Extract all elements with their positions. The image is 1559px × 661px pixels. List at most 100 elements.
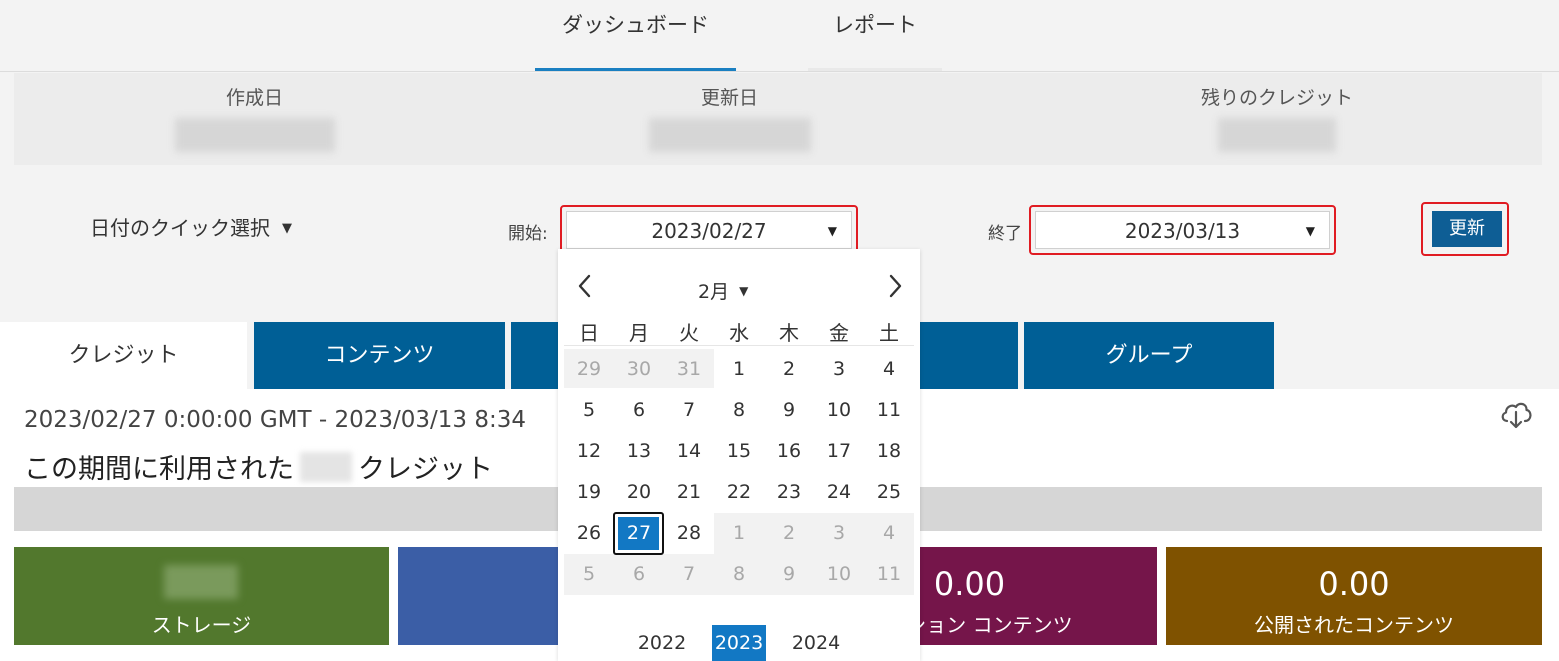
remaining-credits-redacted <box>1218 118 1336 152</box>
calendar-popup: 2月 ▼ 日 月 火 水 木 金 土 29 30 31 1 2 3 4 5 6 7 8 9 10 11 12 1… <box>558 249 920 661</box>
update-button-highlight: 更新 <box>1421 202 1509 256</box>
calendar-day[interactable]: 10 <box>814 554 864 595</box>
created-date-section: 作成日 <box>172 83 337 152</box>
start-date-value: 2023/02/27 <box>651 219 767 243</box>
calendar-day[interactable]: 7 <box>664 390 714 431</box>
calendar-day[interactable]: 7 <box>664 554 714 595</box>
calendar-day[interactable]: 9 <box>764 390 814 431</box>
weekday-label: 土 <box>879 321 899 345</box>
calendar-day[interactable]: 1 <box>714 513 764 554</box>
weekday-label: 月 <box>629 321 649 345</box>
calendar-day[interactable]: 17 <box>814 431 864 472</box>
calendar-day[interactable]: 14 <box>664 431 714 472</box>
year-option[interactable]: 2022 <box>635 625 689 661</box>
stat-card-published: 0.00 公開されたコンテンツ <box>1166 547 1542 645</box>
stat-card-label: 公開されたコンテンツ <box>1254 613 1454 637</box>
calendar-day[interactable]: 20 <box>614 472 664 513</box>
end-date-value: 2023/03/13 <box>1124 219 1241 243</box>
year-option-current[interactable]: 2023 <box>712 625 766 661</box>
date-range-text: 2023/02/27 0:00:00 GMT - 2023/03/13 8:34 <box>24 407 527 433</box>
updated-date-redacted <box>648 118 811 152</box>
month-label: 2月 <box>698 281 730 303</box>
calendar-day[interactable]: 31 <box>664 349 714 390</box>
year-option[interactable]: 2024 <box>789 625 843 661</box>
calendar-day[interactable]: 9 <box>764 554 814 595</box>
calendar-day[interactable]: 28 <box>664 513 714 554</box>
tab-credits[interactable]: クレジット <box>0 322 247 389</box>
calendar-day[interactable]: 13 <box>614 431 664 472</box>
stat-card-value: 0.00 <box>1318 565 1390 603</box>
calendar-day[interactable]: 23 <box>764 472 814 513</box>
remaining-credits-section: 残りのクレジット <box>1167 83 1387 152</box>
tab-dashboard[interactable]: ダッシュボード <box>535 0 736 71</box>
calendar-day[interactable]: 24 <box>814 472 864 513</box>
weekday-divider <box>564 345 914 346</box>
weekday-label: 水 <box>729 321 749 345</box>
end-date-picker[interactable]: 2023/03/13 ▼ <box>1035 211 1330 249</box>
calendar-day[interactable]: 29 <box>564 349 614 390</box>
remaining-credits-label: 残りのクレジット <box>1200 87 1353 109</box>
start-date-label: 開始: <box>508 224 548 244</box>
calendar-day[interactable]: 5 <box>564 390 614 431</box>
tab-groups[interactable]: グループ <box>1024 322 1274 389</box>
calendar-day-selected[interactable]: 27 <box>614 513 664 554</box>
calendar-day[interactable]: 2 <box>764 513 814 554</box>
calendar-day[interactable]: 18 <box>864 431 914 472</box>
end-date-label: 終了 <box>988 224 1022 244</box>
month-select[interactable]: 2月 ▼ <box>698 277 748 304</box>
calendar-day[interactable]: 3 <box>814 349 864 390</box>
stat-card-storage: ストレージ <box>14 547 389 645</box>
tab-contents[interactable]: コンテンツ <box>254 322 505 389</box>
calendar-day[interactable]: 21 <box>664 472 714 513</box>
chevron-left-icon[interactable] <box>570 271 600 301</box>
quick-date-select[interactable]: 日付のクイック選択 ▼ <box>90 212 292 241</box>
calendar-day[interactable]: 25 <box>864 472 914 513</box>
weekday-label: 日 <box>579 321 599 345</box>
top-nav: ダッシュボード レポート <box>0 0 1559 72</box>
calendar-day[interactable]: 26 <box>564 513 614 554</box>
calendar-day[interactable]: 8 <box>714 554 764 595</box>
created-date-redacted <box>174 118 335 152</box>
calendar-day[interactable]: 6 <box>614 554 664 595</box>
calendar-day[interactable]: 5 <box>564 554 614 595</box>
caret-down-icon: ▼ <box>282 221 292 236</box>
weekday-label: 火 <box>679 321 699 345</box>
chevron-right-icon[interactable] <box>880 271 910 301</box>
calendar-day[interactable]: 4 <box>864 349 914 390</box>
info-panel: 作成日 更新日 残りのクレジット <box>14 73 1542 165</box>
calendar-day[interactable]: 11 <box>864 554 914 595</box>
calendar-day[interactable]: 10 <box>814 390 864 431</box>
end-date-highlight: 2023/03/13 ▼ <box>1029 205 1336 255</box>
caret-down-icon: ▼ <box>1305 224 1315 238</box>
calendar-day[interactable]: 6 <box>614 390 664 431</box>
stat-card-label: ストレージ <box>151 613 252 637</box>
weekday-label: 金 <box>829 321 849 345</box>
calendar-day[interactable]: 1 <box>714 349 764 390</box>
calendar-day[interactable]: 12 <box>564 431 614 472</box>
calendar-day[interactable]: 2 <box>764 349 814 390</box>
caret-down-icon: ▼ <box>739 284 749 298</box>
calendar-day[interactable]: 15 <box>714 431 764 472</box>
calendar-day[interactable]: 8 <box>714 390 764 431</box>
start-date-highlight: 2023/02/27 ▼ <box>560 205 858 255</box>
calendar-day[interactable]: 16 <box>764 431 814 472</box>
created-date-label: 作成日 <box>225 87 283 109</box>
start-date-picker[interactable]: 2023/02/27 ▼ <box>566 211 852 249</box>
cloud-download-icon[interactable] <box>1498 397 1534 433</box>
storage-value-redacted <box>164 565 238 599</box>
headline-suffix: クレジット <box>358 454 493 485</box>
update-button[interactable]: 更新 <box>1432 211 1502 247</box>
credits-headline: この期間に利用された クレジット <box>24 447 493 486</box>
calendar-day[interactable]: 4 <box>864 513 914 554</box>
calendar-day[interactable]: 22 <box>714 472 764 513</box>
updated-date-section: 更新日 <box>647 83 812 152</box>
credits-redacted <box>300 452 352 482</box>
caret-down-icon: ▼ <box>827 224 837 238</box>
weekday-label: 木 <box>779 321 799 345</box>
tab-reports[interactable]: レポート <box>808 0 942 71</box>
calendar-day[interactable]: 19 <box>564 472 614 513</box>
calendar-day[interactable]: 3 <box>814 513 864 554</box>
quick-date-label: 日付のクイック選択 <box>90 216 270 240</box>
calendar-day[interactable]: 30 <box>614 349 664 390</box>
calendar-day[interactable]: 11 <box>864 390 914 431</box>
